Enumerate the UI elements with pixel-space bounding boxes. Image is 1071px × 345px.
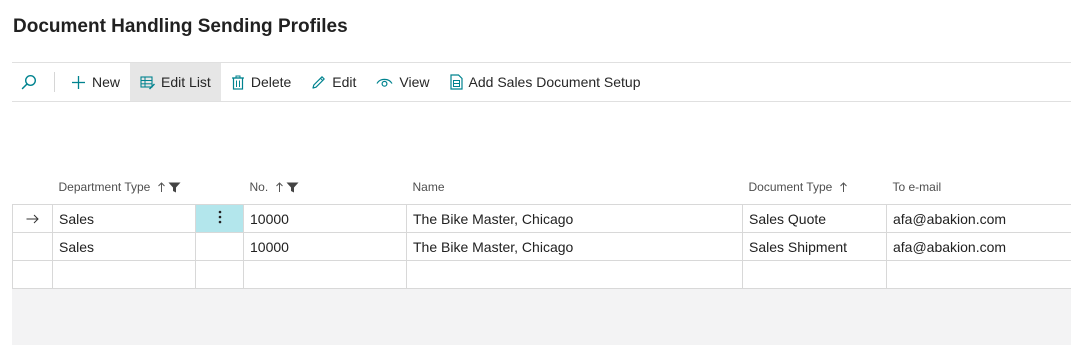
arrow-right-icon xyxy=(26,214,39,223)
edit-button-label: Edit xyxy=(332,74,357,90)
cell-document-type[interactable] xyxy=(742,260,887,289)
eye-icon xyxy=(376,78,393,87)
filter-icon xyxy=(286,182,299,193)
column-header-name[interactable]: Name xyxy=(407,170,743,205)
more-options-icon xyxy=(218,210,221,224)
edit-list-button[interactable]: Edit List xyxy=(130,63,221,101)
sort-ascending-icon xyxy=(839,182,847,193)
column-header-document-type[interactable]: Document Type xyxy=(743,170,887,205)
column-header-label: Department Type xyxy=(58,180,151,194)
action-bar: New Edit List Delete Edit View Add Sales… xyxy=(12,62,1071,102)
toolbar-divider xyxy=(54,72,55,92)
cell-name[interactable] xyxy=(406,260,743,289)
cell-department-type[interactable] xyxy=(52,260,196,289)
edit-button[interactable]: Edit xyxy=(301,63,366,101)
row-indicator-header xyxy=(13,170,53,205)
cell-to-email[interactable] xyxy=(886,260,1071,289)
column-header-label: Name xyxy=(412,180,445,194)
filter-icon xyxy=(168,182,181,193)
cell-department-type[interactable]: Sales xyxy=(52,204,196,233)
new-button[interactable]: New xyxy=(61,63,130,101)
pencil-icon xyxy=(312,75,326,89)
row-actions-cell[interactable] xyxy=(195,260,244,289)
edit-list-icon xyxy=(140,75,156,89)
column-header-department-type[interactable]: Department Type xyxy=(53,170,196,205)
column-header-label: No. xyxy=(249,180,269,194)
add-sales-document-setup-button[interactable]: Add Sales Document Setup xyxy=(440,63,651,101)
search-icon xyxy=(21,74,37,90)
new-entry-row[interactable] xyxy=(12,260,1071,289)
sort-ascending-icon xyxy=(157,182,165,193)
row-actions-header xyxy=(196,170,244,205)
row-actions-cell[interactable] xyxy=(195,232,244,261)
row-actions-button[interactable] xyxy=(195,204,244,233)
new-button-label: New xyxy=(92,74,121,90)
cell-no[interactable]: 10000 xyxy=(243,204,407,233)
profiles-grid: Department Type No. Name Document Type T… xyxy=(12,170,1071,289)
delete-button-label: Delete xyxy=(250,74,292,90)
edit-list-button-label: Edit List xyxy=(161,74,211,90)
table-row[interactable]: Sales 10000 The Bike Master, Chicago Sal… xyxy=(12,204,1071,233)
cell-name[interactable]: The Bike Master, Chicago xyxy=(406,232,743,261)
row-indicator xyxy=(12,232,53,261)
view-button-label: View xyxy=(399,74,430,90)
table-row[interactable]: Sales 10000 The Bike Master, Chicago Sal… xyxy=(12,232,1071,261)
trash-icon xyxy=(231,75,244,90)
page-title: Document Handling Sending Profiles xyxy=(13,16,348,37)
row-indicator xyxy=(12,260,53,289)
delete-button[interactable]: Delete xyxy=(221,63,301,101)
grid-header-row: Department Type No. Name Document Type T… xyxy=(13,170,1071,205)
search-button[interactable] xyxy=(12,63,46,101)
grid-empty-area xyxy=(12,289,1071,345)
document-setup-icon xyxy=(449,74,463,90)
cell-no[interactable] xyxy=(243,260,407,289)
column-header-no[interactable]: No. xyxy=(244,170,407,205)
current-row-indicator xyxy=(12,204,53,233)
cell-to-email[interactable]: afa@abakion.com xyxy=(886,204,1071,233)
cell-name[interactable]: The Bike Master, Chicago xyxy=(406,204,743,233)
view-button[interactable]: View xyxy=(366,63,439,101)
column-header-label: Document Type xyxy=(748,180,833,194)
plus-icon xyxy=(72,75,85,89)
cell-document-type[interactable]: Sales Quote xyxy=(742,204,887,233)
cell-to-email[interactable]: afa@abakion.com xyxy=(886,232,1071,261)
sort-ascending-icon xyxy=(275,182,283,193)
column-header-to-email[interactable]: To e-mail xyxy=(887,170,1071,205)
cell-no[interactable]: 10000 xyxy=(243,232,407,261)
cell-document-type[interactable]: Sales Shipment xyxy=(742,232,887,261)
column-header-label: To e-mail xyxy=(892,180,942,194)
add-sales-document-setup-label: Add Sales Document Setup xyxy=(468,74,641,90)
cell-department-type[interactable]: Sales xyxy=(52,232,196,261)
